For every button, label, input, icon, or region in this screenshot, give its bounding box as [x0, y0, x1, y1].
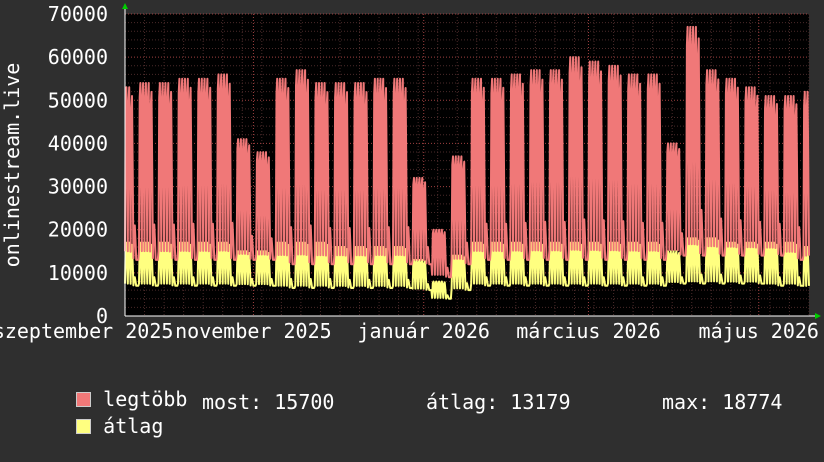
stat-max: max: 18774 — [662, 390, 782, 414]
legend-label-atlag: átlag — [103, 414, 164, 438]
y-tick-label: 50000 — [48, 88, 108, 112]
stat-max-label: max: — [662, 390, 711, 414]
stat-now: most: 15700 — [202, 390, 334, 414]
y-tick-label: 60000 — [48, 45, 108, 69]
stat-now-value: 15700 — [274, 390, 335, 414]
y-axis-arrow — [122, 3, 128, 9]
stat-avg: átlag: 13179 — [426, 390, 571, 414]
y-axis-label: onlinestream.live — [0, 63, 24, 268]
x-tick-label: március 2026 — [516, 319, 661, 343]
stat-now-label: most: — [202, 390, 263, 414]
stat-avg-label: átlag: — [426, 390, 499, 414]
x-tick-label: május 2026 — [699, 319, 819, 343]
y-tick-label: 70000 — [48, 2, 108, 26]
y-tick-label: 20000 — [48, 218, 108, 242]
legend-swatch-atlag — [76, 419, 92, 434]
x-tick-label: január 2026 — [357, 319, 489, 343]
y-tick-labels: 010000200003000040000500006000070000 — [48, 2, 108, 328]
y-tick-label: 10000 — [48, 261, 108, 285]
x-tick-label: szeptember 2025 — [0, 319, 173, 343]
x-tick-label: november 2025 — [175, 319, 332, 343]
chart-root: 0 10000 20000 30000 40000 50000 60000 70000 sze… — [0, 0, 824, 438]
stat-avg-value: 13179 — [510, 390, 571, 414]
stat-max-value: 18774 — [722, 390, 783, 414]
y-tick-label: 30000 — [48, 175, 108, 199]
legend-item-atlag: átlag — [28, 390, 163, 462]
y-tick-label: 40000 — [48, 131, 108, 155]
x-tick-labels: szeptember 2025 november 2025 január 2026 m… — [0, 319, 819, 343]
